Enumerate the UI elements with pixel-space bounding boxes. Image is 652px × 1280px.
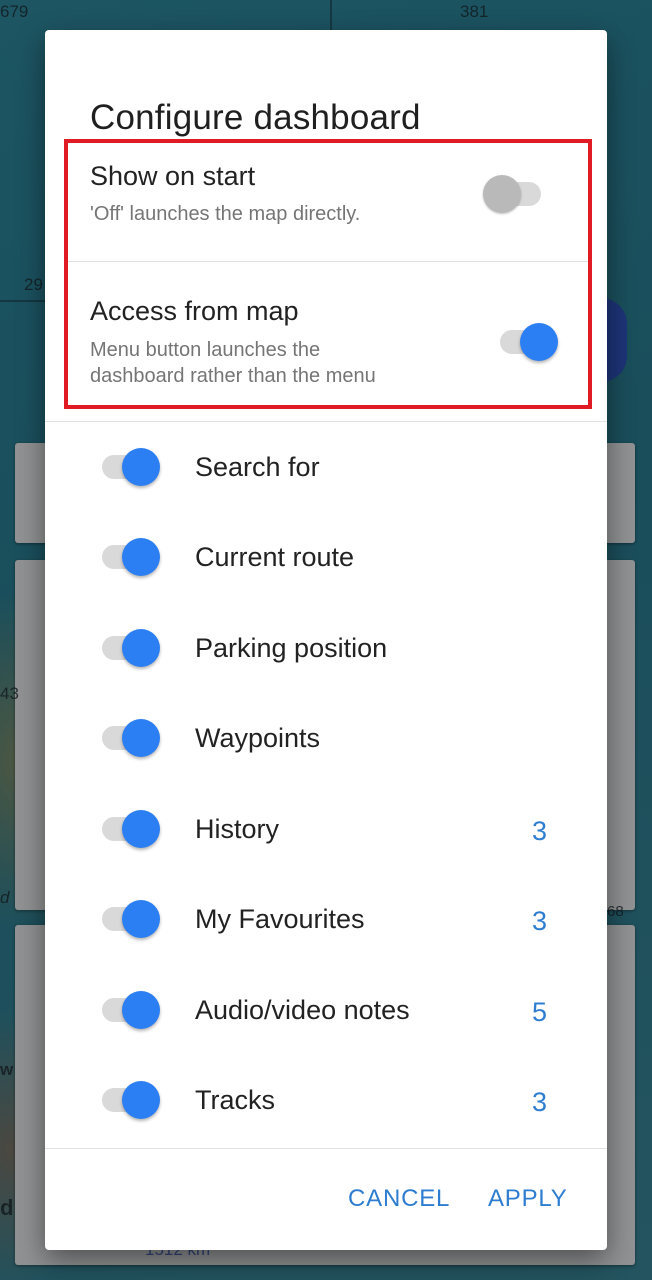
switch-thumb (122, 900, 160, 938)
switch-thumb (122, 719, 160, 757)
item-switch[interactable] (100, 809, 160, 849)
item-switch[interactable] (100, 1080, 160, 1120)
switch-thumb (483, 175, 521, 213)
access-from-map-setting[interactable]: Access from map Menu button launches the… (68, 262, 588, 405)
item-count: 3 (531, 816, 547, 846)
apply-button[interactable]: APPLY (488, 1185, 568, 1213)
dashboard-item[interactable]: Audio/video notes 5 (45, 965, 607, 1055)
item-label: Waypoints (195, 723, 321, 753)
show-on-start-switch[interactable] (483, 174, 543, 214)
dashboard-item[interactable]: History 3 (45, 784, 607, 874)
switch-thumb (122, 538, 160, 576)
item-switch[interactable] (100, 718, 160, 758)
item-label: History (195, 814, 280, 844)
dashboard-item[interactable]: Search for (45, 422, 607, 512)
item-label: My Favourites (195, 904, 365, 934)
access-from-map-title: Access from map (90, 296, 299, 326)
show-on-start-setting[interactable]: Show on start 'Off' launches the map dir… (68, 143, 588, 261)
access-from-map-summary-line1: Menu button launches the (90, 339, 321, 361)
item-label: Tracks (195, 1085, 275, 1115)
switch-thumb (122, 1081, 160, 1119)
item-count: 5 (531, 997, 547, 1027)
item-count: 3 (531, 906, 547, 936)
switch-thumb (122, 629, 160, 667)
dashboard-item[interactable]: Waypoints (45, 693, 607, 783)
switch-thumb (122, 991, 160, 1029)
dialog-title: Configure dashboard (90, 98, 421, 137)
switch-thumb (122, 448, 160, 486)
item-count: 3 (531, 1087, 547, 1117)
access-from-map-summary-line2: dashboard rather than the menu (90, 365, 376, 387)
dashboard-item[interactable]: Tracks 3 (45, 1055, 607, 1145)
item-switch[interactable] (100, 899, 160, 939)
item-label: Audio/video notes (195, 995, 410, 1025)
dashboard-item[interactable]: My Favourites 3 (45, 874, 607, 964)
dashboard-item[interactable]: Parking position (45, 603, 607, 693)
show-on-start-summary: 'Off' launches the map directly. (90, 203, 361, 225)
dashboard-item[interactable]: Current route (45, 512, 607, 602)
switch-thumb (122, 810, 160, 848)
item-switch[interactable] (100, 447, 160, 487)
item-label: Parking position (195, 633, 388, 663)
item-label: Current route (195, 542, 355, 572)
item-switch[interactable] (100, 628, 160, 668)
configure-dashboard-dialog: Configure dashboard Show on start 'Off' … (45, 30, 607, 1250)
item-switch[interactable] (100, 990, 160, 1030)
access-from-map-switch[interactable] (498, 322, 558, 362)
item-label: Search for (195, 452, 320, 482)
cancel-button[interactable]: CANCEL (348, 1185, 450, 1213)
switch-thumb (520, 323, 558, 361)
item-switch[interactable] (100, 537, 160, 577)
actions-divider (45, 1148, 607, 1149)
show-on-start-title: Show on start (90, 161, 256, 191)
